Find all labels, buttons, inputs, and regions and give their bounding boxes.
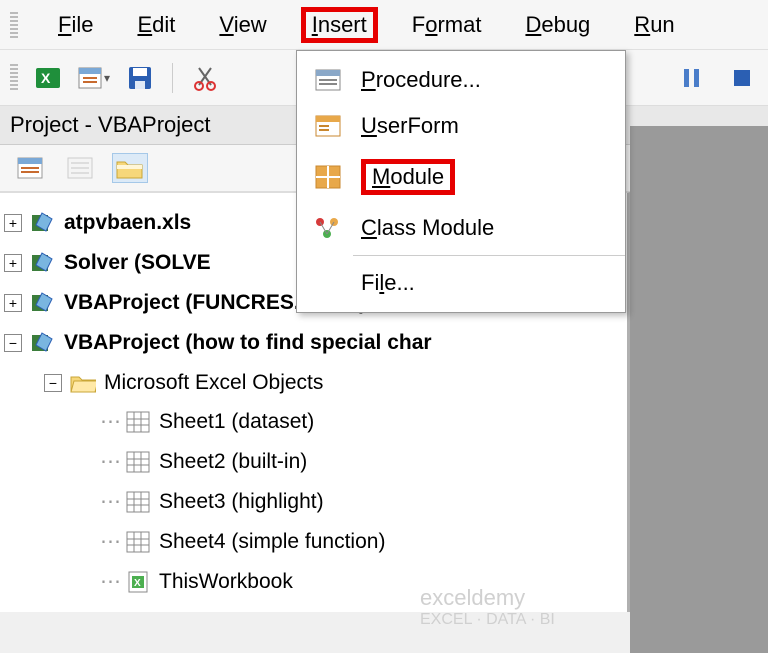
menu-item-module[interactable]: Module (297, 149, 625, 205)
toolbar-separator (172, 63, 173, 93)
menu-format[interactable]: Format (402, 8, 492, 42)
tree-guide: ⋯ (100, 522, 121, 562)
userform-icon (313, 113, 343, 139)
menubar: File Edit View Insert Format Debug Run (0, 0, 768, 50)
tree-folder-excel-objects[interactable]: − Microsoft Excel Objects (4, 363, 623, 403)
menubar-grip (10, 12, 18, 38)
menu-item-procedure[interactable]: Procedure... (297, 57, 625, 103)
tree-label: atpvbaen.xls (64, 203, 191, 243)
menu-label: UserForm (361, 113, 459, 139)
folder-view-button[interactable] (112, 153, 148, 183)
tree-label: Sheet1 (dataset) (159, 402, 314, 442)
class-module-icon (313, 215, 343, 241)
tree-guide: ⋯ (100, 402, 121, 442)
tree-guide: ⋯ (100, 442, 121, 482)
worksheet-icon (125, 530, 151, 554)
tree-label: Sheet4 (simple function) (159, 522, 385, 562)
tree-node-main-project[interactable]: − VBAProject (how to find special char (4, 323, 623, 363)
save-button[interactable] (124, 62, 156, 94)
view-detail-button[interactable] (62, 153, 98, 183)
menu-item-class-module[interactable]: Class Module (297, 205, 625, 251)
tree-sheet-item[interactable]: ⋯ Sheet1 (dataset) (4, 402, 623, 442)
menu-file[interactable]: File (48, 8, 103, 42)
worksheet-icon (125, 410, 151, 434)
menu-insert[interactable]: Insert (301, 7, 378, 43)
pause-button[interactable] (676, 62, 708, 94)
tree-sheet-item[interactable]: ⋯ Sheet3 (highlight) (4, 482, 623, 522)
svg-text:X: X (134, 578, 141, 589)
menu-run[interactable]: Run (624, 8, 684, 42)
collapse-icon[interactable]: − (44, 374, 62, 392)
tree-guide: ⋯ (100, 482, 121, 522)
insert-menu-dropdown: Procedure... UserForm Module Class Modul… (296, 50, 626, 313)
toolbar-grip (10, 64, 18, 92)
expand-icon[interactable]: + (4, 294, 22, 312)
tree-label: Sheet2 (built-in) (159, 442, 307, 482)
menu-separator (353, 255, 625, 256)
menu-item-userform[interactable]: UserForm (297, 103, 625, 149)
vba-project-icon (30, 251, 56, 275)
blank-icon (313, 270, 343, 296)
vba-project-icon (30, 331, 56, 355)
tree-label: VBAProject (how to find special char (64, 323, 432, 363)
view-mode-button[interactable]: ▾ (78, 62, 110, 94)
menu-label: Procedure... (361, 67, 481, 93)
tree-sheet-item[interactable]: ⋯ Sheet2 (built-in) (4, 442, 623, 482)
tree-label: Sheet3 (highlight) (159, 482, 324, 522)
vba-project-icon (30, 291, 56, 315)
tree-sheet-item[interactable]: ⋯ Sheet4 (simple function) (4, 522, 623, 562)
tree-label: Microsoft Excel Objects (104, 363, 323, 403)
cut-button[interactable] (189, 62, 221, 94)
workbook-icon: X (125, 570, 151, 594)
chevron-down-icon: ▾ (104, 71, 110, 85)
module-icon (313, 164, 343, 190)
procedure-icon (313, 67, 343, 93)
svg-text:X: X (41, 70, 51, 86)
menu-label: File... (361, 270, 415, 296)
menu-label: Class Module (361, 215, 494, 241)
menu-debug[interactable]: Debug (515, 8, 600, 42)
menu-edit[interactable]: Edit (127, 8, 185, 42)
menu-label: Module (361, 159, 455, 195)
menu-view[interactable]: View (209, 8, 276, 42)
code-area (630, 126, 768, 653)
collapse-icon[interactable]: − (4, 334, 22, 352)
tree-label: ThisWorkbook (159, 562, 293, 602)
view-list-button[interactable] (12, 153, 48, 183)
menu-item-file[interactable]: File... (297, 260, 625, 306)
folder-open-icon (70, 371, 96, 395)
worksheet-icon (125, 490, 151, 514)
excel-icon[interactable]: X (32, 62, 64, 94)
tree-thisworkbook-item[interactable]: ⋯ X ThisWorkbook (4, 562, 623, 602)
expand-icon[interactable]: + (4, 214, 22, 232)
worksheet-icon (125, 450, 151, 474)
stop-button[interactable] (726, 62, 758, 94)
expand-icon[interactable]: + (4, 254, 22, 272)
tree-label: Solver (SOLVE (64, 243, 211, 283)
vba-project-icon (30, 211, 56, 235)
tree-guide: ⋯ (100, 562, 121, 602)
